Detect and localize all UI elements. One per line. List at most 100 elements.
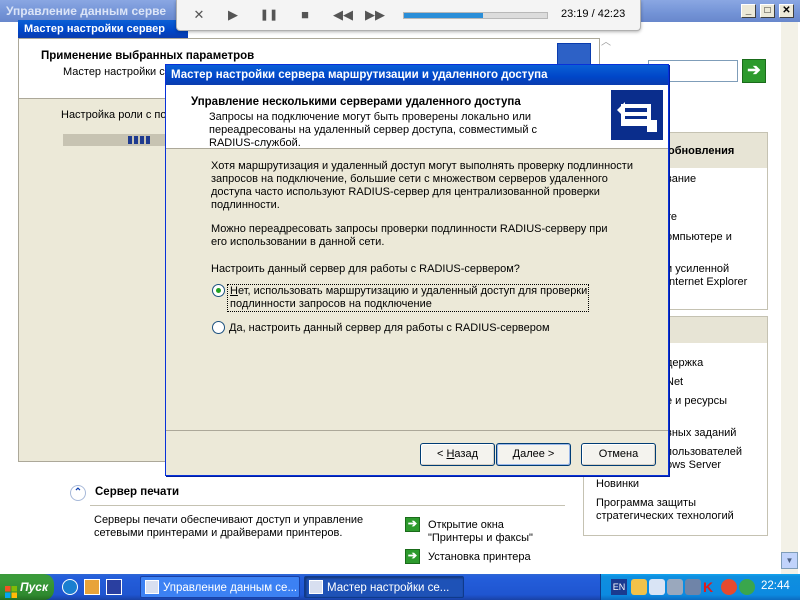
task-wizard-label: Мастер настройки се... xyxy=(327,582,450,594)
dialog-titlebar[interactable]: Мастер настройки сервера маршрутизации и… xyxy=(166,65,668,85)
option-no-label[interactable]: Нет, использовать маршрутизацию и удален… xyxy=(227,284,589,312)
back-text: азад xyxy=(454,448,478,460)
more-item-5[interactable]: пользователей xyxy=(666,446,742,458)
install-printer-link[interactable]: Установка принтера xyxy=(428,551,531,563)
wizard-bar-title: Мастер настройки сервер xyxy=(24,23,166,35)
start-label: Пуск xyxy=(20,580,49,594)
radius-wizard-dialog: Мастер настройки сервера маршрутизации и… xyxy=(165,64,669,476)
next-button[interactable]: Далее > xyxy=(496,443,571,466)
network-icon[interactable] xyxy=(649,579,665,595)
antivirus-icon[interactable]: K xyxy=(703,579,719,595)
role-progress-bar xyxy=(63,134,173,146)
minimize-button[interactable]: _ xyxy=(741,4,756,18)
option-yes-text: а, настроить данный сервер для работы с … xyxy=(236,322,550,334)
option-yes-label[interactable]: Да, настроить данный сервер для работы с… xyxy=(229,322,550,334)
windows-logo-icon xyxy=(5,581,17,598)
task-wizard[interactable]: Мастер настройки се... xyxy=(304,576,464,598)
network-3-icon[interactable] xyxy=(685,579,701,595)
apply-heading: Применение выбранных параметров xyxy=(41,50,255,62)
folder-icon[interactable] xyxy=(84,579,100,595)
wizard-bar[interactable]: Мастер настройки сервер xyxy=(18,20,188,38)
more-item-3[interactable]: е и ресурсы xyxy=(666,395,727,407)
play-icon[interactable]: ▶ xyxy=(223,7,243,23)
print-server-desc-2: сетевыми принтерами и драйверами принтер… xyxy=(94,527,343,539)
updates-item-5[interactable]: Internet Explorer xyxy=(666,276,747,288)
network-2-icon[interactable] xyxy=(667,579,683,595)
rewind-icon[interactable]: ◀◀ xyxy=(333,7,353,23)
language-indicator[interactable]: EN xyxy=(611,579,627,595)
next-accel: Д xyxy=(512,448,521,460)
updates-item-4[interactable]: и усиленной xyxy=(666,263,729,275)
more-item-1[interactable]: держка xyxy=(666,357,703,369)
media-collapse-icon[interactable]: ︿ xyxy=(596,33,616,48)
paragraph-1-line-4: подлинности. xyxy=(211,199,280,211)
clock: 22:44 xyxy=(761,580,790,592)
print-server-divider xyxy=(90,505,565,506)
dialog-body: Хотя маршрутизация и удаленный доступ мо… xyxy=(166,150,668,430)
paragraph-1-line-3: доступа часто используют RADIUS-сервер д… xyxy=(211,186,600,198)
header-subtitle: Запросы на подключение могут быть провер… xyxy=(209,111,537,150)
option-no-text-1: ет, использовать маршрутизацию и удаленн… xyxy=(237,285,588,297)
arrow-right-icon: ➔ xyxy=(405,549,420,564)
more-item-8[interactable]: Программа защиты xyxy=(596,497,696,509)
search-go-button[interactable]: ➔ xyxy=(742,59,766,83)
radius-question: Настроить данный сервер для работы с RAD… xyxy=(211,263,520,275)
back-button[interactable]: < Назад xyxy=(420,443,495,466)
update-icon[interactable] xyxy=(739,579,755,595)
task-manage-server[interactable]: Управление данным се... xyxy=(140,576,300,598)
radio-no[interactable] xyxy=(212,284,225,297)
open-printers-link-2[interactable]: "Принтеры и факсы" xyxy=(428,532,533,544)
cancel-button[interactable]: Отмена xyxy=(581,443,656,466)
server-window-icon xyxy=(145,580,159,594)
paragraph-1-line-2: запросов на подключение, большие сети с … xyxy=(211,173,608,185)
paragraph-1: Хотя маршрутизация и удаленный доступ мо… xyxy=(211,160,633,212)
floppy-icon[interactable] xyxy=(106,579,122,595)
apply-subtitle: Мастер настройки се xyxy=(63,66,171,78)
dialog-title: Мастер настройки сервера маршрутизации и… xyxy=(171,69,548,81)
internet-explorer-icon[interactable] xyxy=(62,579,78,595)
header-sub-line-2: переадресованы на удаленный сервер досту… xyxy=(209,124,538,136)
media-progress-fill xyxy=(404,13,483,18)
paragraph-2: Можно переадресовать запросы проверки по… xyxy=(211,223,608,249)
option-no-text-2: подлинности запросов на подключение xyxy=(230,298,432,310)
header-sub-line-3: RADIUS-службой. xyxy=(209,137,301,149)
more-item-7[interactable]: Новинки xyxy=(596,478,639,490)
security-icon[interactable] xyxy=(631,579,647,595)
close-button[interactable]: ✕ xyxy=(779,4,794,18)
updates-item-3[interactable]: омпьютере и xyxy=(666,231,732,243)
print-server-title: Сервер печати xyxy=(95,486,180,498)
dialog-footer: < Назад Далее > Отмена xyxy=(166,430,668,475)
pause-icon[interactable]: ❚❚ xyxy=(259,7,279,23)
radio-yes[interactable] xyxy=(212,321,225,334)
role-text: Настройка роли с по xyxy=(61,109,167,121)
collapse-chevron-icon[interactable]: ⌃ xyxy=(70,485,86,501)
print-server-desc-1: Серверы печати обеспечивают доступ и упр… xyxy=(94,514,364,526)
paragraph-2-line-2: его использовании в данной сети. xyxy=(211,236,385,248)
maximize-button[interactable]: □ xyxy=(760,4,775,18)
updates-item-1[interactable]: вание xyxy=(666,173,696,185)
vertical-scrollbar[interactable]: ▼ xyxy=(781,22,798,574)
media-progress-bar[interactable] xyxy=(403,12,548,19)
arrow-right-icon: ➔ xyxy=(405,517,420,532)
scroll-down-icon[interactable]: ▼ xyxy=(781,552,798,569)
more-item-4[interactable]: вных заданий xyxy=(666,427,736,439)
more-item-9[interactable]: стратегических технологий xyxy=(596,510,734,522)
fast-forward-icon[interactable]: ▶▶ xyxy=(365,7,385,23)
paragraph-1-line-1: Хотя маршрутизация и удаленный доступ мо… xyxy=(211,160,633,172)
media-player-bar: ✕ ▶ ❚❚ ■ ◀◀ ▶▶ 23:19 / 42:23 xyxy=(176,0,641,31)
paragraph-2-line-1: Можно переадресовать запросы проверки по… xyxy=(211,223,608,235)
alert-icon[interactable] xyxy=(721,579,737,595)
system-tray: EN K 22:44 xyxy=(600,574,800,600)
stop-icon[interactable]: ■ xyxy=(295,7,315,23)
media-time: 23:19 / 42:23 xyxy=(561,8,626,20)
header-title: Управление несколькими серверами удаленн… xyxy=(191,96,521,108)
wizard-window-icon xyxy=(309,580,323,594)
header-sub-line-1: Запросы на подключение могут быть провер… xyxy=(209,111,532,123)
task-manage-server-label: Управление данным се... xyxy=(163,582,298,594)
manage-server-title: Управление данным серве xyxy=(6,4,167,18)
start-button[interactable]: Пуск xyxy=(0,574,54,600)
open-printers-link-1[interactable]: Открытие окна xyxy=(428,519,504,531)
taskbar: Пуск Управление данным се... Мастер наст… xyxy=(0,574,800,600)
close-icon[interactable]: ✕ xyxy=(189,7,209,23)
more-item-6[interactable]: ows Server xyxy=(666,459,721,471)
